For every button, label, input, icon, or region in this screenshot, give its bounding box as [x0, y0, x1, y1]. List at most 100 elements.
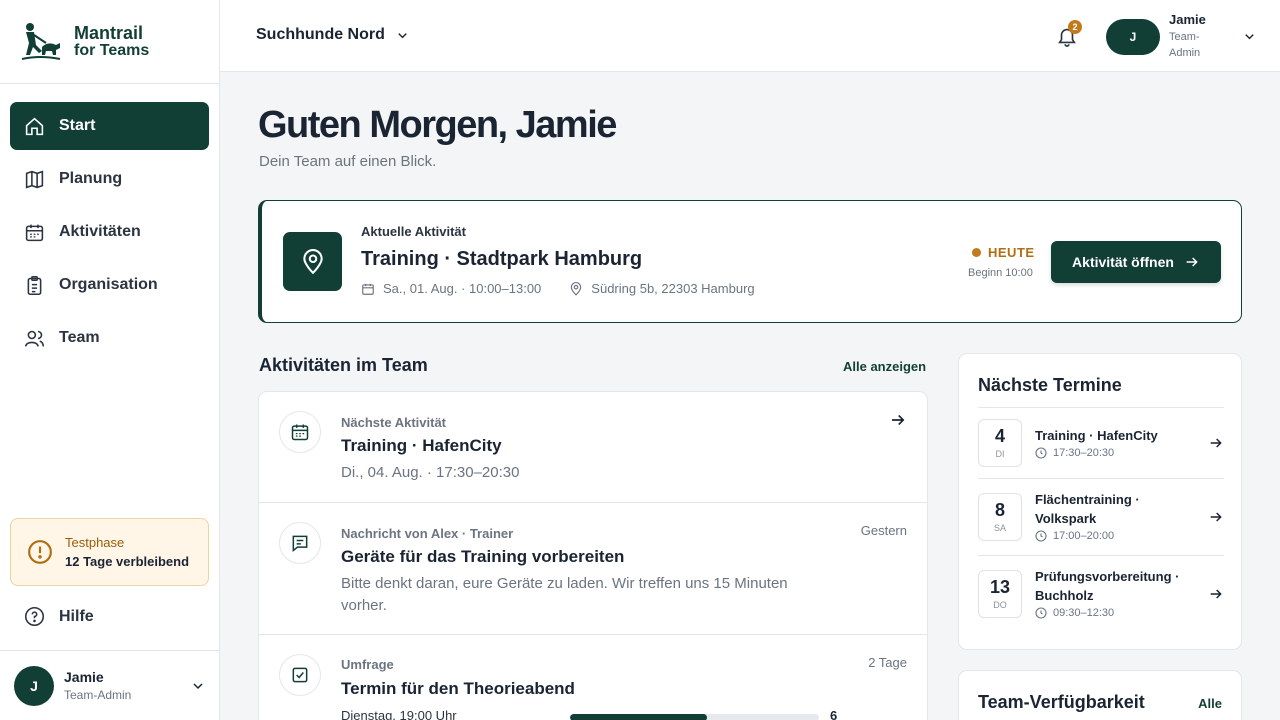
activity-meta: Sa., 01. Aug. · 10:00–13:00 Südring 5b, …	[361, 281, 755, 296]
top-user-menu[interactable]: J Jamie Team-Admin	[1106, 12, 1257, 61]
notifications-button[interactable]: 2	[1056, 20, 1082, 50]
feed-icon	[279, 654, 321, 696]
activity-kicker: Aktuelle Aktivität	[361, 224, 466, 239]
appointment-time: 09:30–12:30	[1035, 607, 1114, 619]
clipboard-icon	[27, 275, 42, 295]
users-icon	[24, 330, 45, 347]
date-badge: 8 SA	[978, 493, 1022, 541]
alert-circle-icon	[28, 540, 52, 564]
appointment-item[interactable]: 8 SA Flächentraining · Volkspark 17:00–2…	[978, 479, 1224, 556]
calendar-icon	[25, 224, 44, 241]
feed-text: Bitte denkt daran, eure Geräte zu laden.…	[341, 575, 788, 614]
feed-item[interactable]: Nachricht von Alex · Trainer Geräte für …	[259, 503, 927, 635]
activity-title: Training · Stadtpark Hamburg	[361, 248, 643, 270]
help-circle-icon	[24, 606, 45, 627]
nav-item-start[interactable]: Start	[10, 102, 209, 150]
date-badge: 4 DI	[978, 419, 1022, 467]
feed-title: Training · HafenCity	[341, 436, 502, 455]
user-role: Team-Admin	[64, 688, 132, 702]
dog-handler-logo-icon	[21, 22, 61, 60]
feed-kicker: Nachricht von Alex · Trainer	[341, 526, 514, 541]
poll-progress-fill	[570, 714, 707, 720]
date-weekday: SA	[993, 523, 1006, 533]
calendar-icon	[362, 283, 374, 295]
home-icon	[25, 117, 44, 135]
nav-item-planung[interactable]: Planung	[10, 155, 209, 203]
nav-label: Organisation	[59, 276, 158, 293]
feed-title: Termin für den Theorieabend	[341, 679, 575, 698]
feed-icon	[279, 411, 321, 453]
user-name: Jamie	[1169, 12, 1206, 27]
appointment-time: 17:30–20:30	[1035, 447, 1114, 459]
poll-check-icon	[292, 667, 308, 683]
team-selector[interactable]: Suchhunde Nord	[256, 26, 410, 44]
button-label: Aktivität öffnen	[1072, 254, 1174, 270]
section-title: Aktivitäten im Team	[259, 355, 428, 375]
nav-label: Start	[59, 117, 96, 134]
arrow-right-icon[interactable]	[1208, 509, 1224, 525]
activity-date: Sa., 01. Aug. · 10:00–13:00	[383, 281, 542, 296]
nav-label: Team	[59, 329, 100, 346]
nav-label: Planung	[59, 170, 123, 187]
feed-item[interactable]: Nächste Aktivität Training · HafenCity D…	[259, 392, 927, 503]
time-label: 09:30–12:30	[1053, 607, 1115, 619]
trial-remaining: 12 Tage verbleibend	[65, 554, 190, 569]
page-title: Guten Morgen, Jamie	[258, 104, 617, 146]
sidebar: Mantrail for Teams Start Planung Aktivit…	[0, 0, 220, 720]
status-badge: HEUTE	[972, 245, 1035, 260]
status-label: HEUTE	[988, 245, 1035, 260]
activity-feed: Nächste Aktivität Training · HafenCity D…	[258, 391, 928, 720]
card-title: Nächste Termine	[978, 375, 1122, 395]
arrow-right-icon[interactable]	[1208, 435, 1224, 451]
topbar: Suchhunde Nord 2 J Jamie Team-Admin	[220, 0, 1280, 72]
appointment-item[interactable]: 13 DO Prüfungsvorbereitung · Buchholz 09…	[978, 556, 1224, 632]
chevron-down-icon	[1245, 34, 1254, 40]
clock-icon	[1035, 447, 1047, 459]
team-name: Suchhunde Nord	[256, 26, 385, 43]
map-icon	[25, 170, 44, 188]
show-all-link[interactable]: Alle anzeigen	[843, 359, 926, 374]
nav-item-team[interactable]: Team	[10, 314, 209, 362]
feed-icon	[279, 522, 321, 564]
user-role: Team-Admin	[1169, 31, 1201, 59]
date-badge: 13 DO	[978, 570, 1022, 618]
time-label: 17:00–20:00	[1053, 530, 1115, 542]
avatar: J	[14, 665, 54, 706]
arrow-right-icon[interactable]	[1208, 586, 1224, 602]
appointment-time: 17:00–20:00	[1035, 530, 1114, 542]
brand[interactable]: Mantrail for Teams	[0, 0, 219, 84]
appointment-list: 4 DI Training · HafenCity 17:30–20:30 8 …	[978, 407, 1224, 632]
team-availability-card: Team-Verfügbarkeit Alle	[958, 670, 1242, 720]
feed-time: Gestern	[860, 523, 907, 538]
nav-item-aktivitaeten[interactable]: Aktivitäten	[10, 208, 209, 256]
trial-banner[interactable]: Testphase 12 Tage verbleibend	[10, 518, 209, 586]
feed-kicker: Umfrage	[341, 657, 394, 672]
upcoming-appointments: Nächste Termine 4 DI Training · HafenCit…	[958, 353, 1242, 650]
appointment-name: Flächentraining · Volkspark	[1035, 492, 1140, 526]
date-day: 4	[994, 426, 1005, 446]
help-link[interactable]: Hilfe	[24, 606, 94, 627]
nav-item-organisation[interactable]: Organisation	[10, 261, 209, 309]
feed-kicker: Nächste Aktivität	[341, 415, 446, 430]
open-activity-button[interactable]: Aktivität öffnen	[1051, 241, 1221, 283]
map-pin-icon	[302, 248, 323, 274]
appointment-item[interactable]: 4 DI Training · HafenCity 17:30–20:30	[978, 408, 1224, 479]
card-title: Team-Verfügbarkeit	[978, 692, 1145, 712]
trial-label: Testphase	[65, 535, 125, 550]
brand-name: Mantrail for Teams	[74, 22, 150, 59]
chevron-down-icon	[193, 682, 203, 689]
notification-badge: 2	[1068, 20, 1082, 34]
message-icon	[292, 535, 308, 553]
arrow-right-icon[interactable]	[889, 411, 907, 429]
arrow-right-icon	[1186, 257, 1198, 267]
clock-icon	[1035, 530, 1047, 542]
availability-all-link[interactable]: Alle	[1198, 696, 1222, 711]
poll-progress	[570, 714, 819, 720]
activity-location: Südring 5b, 22303 Hamburg	[591, 281, 755, 296]
time-label: 17:30–20:30	[1053, 447, 1115, 459]
main-nav: Start Planung Aktivitäten Organisation T…	[0, 84, 219, 362]
calendar-icon	[291, 424, 309, 441]
sidebar-user-menu[interactable]: J Jamie Team-Admin	[0, 650, 219, 720]
appointment-name: Prüfungsvorbereitung · Buchholz	[1035, 569, 1180, 603]
clock-icon	[1035, 607, 1047, 619]
